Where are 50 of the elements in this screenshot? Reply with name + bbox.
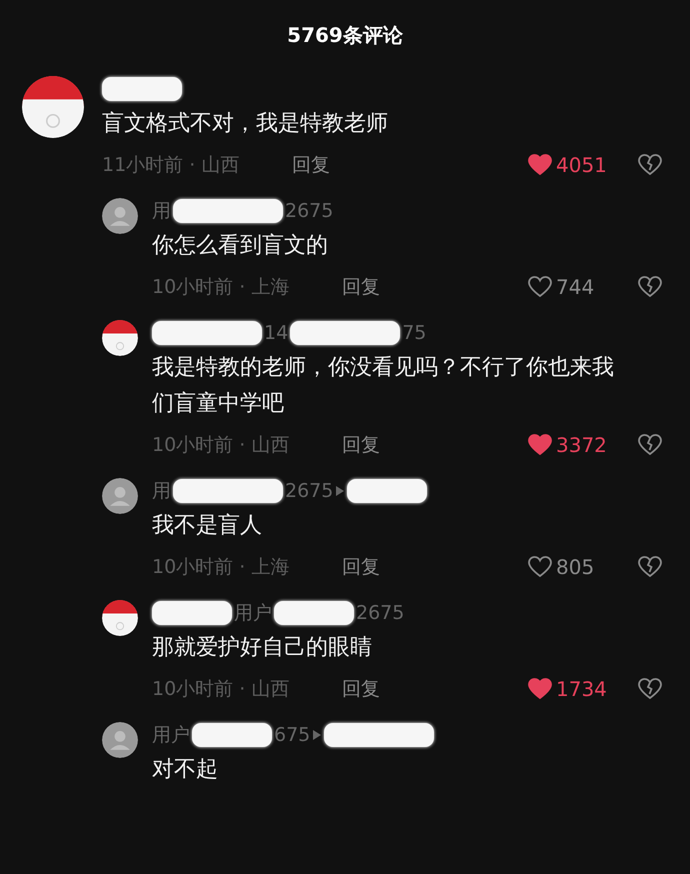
username[interactable]: 用 <box>152 198 171 224</box>
broken-heart-icon[interactable] <box>638 154 662 176</box>
comment-text: 盲文格式不对，我是特教老师 <box>102 110 389 138</box>
comment-text: 我不是盲人 <box>152 512 263 540</box>
comment-text: 对不起 <box>152 756 219 784</box>
like-count: 4051 <box>556 153 607 177</box>
avatar[interactable] <box>102 198 138 234</box>
reply-link[interactable]: 回复 <box>292 152 330 178</box>
heart-icon[interactable] <box>528 154 552 176</box>
comment-text: 你怎么看到盲文的 <box>152 232 329 260</box>
like-count: 1734 <box>556 677 607 701</box>
like-count: 805 <box>556 555 594 579</box>
username[interactable]: 用户 <box>234 600 272 626</box>
username[interactable]: 2675 <box>285 200 334 222</box>
reply-arrow-icon <box>335 485 346 497</box>
broken-heart-icon[interactable] <box>638 678 662 700</box>
timestamp: 10小时前 · 上海 <box>152 555 290 580</box>
comment-text: 那就爱护好自己的眼睛 <box>152 634 373 662</box>
heart-icon[interactable] <box>528 678 552 700</box>
avatar[interactable] <box>102 722 138 758</box>
avatar[interactable] <box>102 320 138 356</box>
like-count: 3372 <box>556 433 607 457</box>
username[interactable]: 14 <box>264 322 288 344</box>
reply-link[interactable]: 回复 <box>342 554 380 580</box>
username[interactable]: 用户 <box>152 722 190 748</box>
reply-link[interactable]: 回复 <box>342 676 380 702</box>
like-count: 744 <box>556 275 594 299</box>
broken-heart-icon[interactable] <box>638 276 662 298</box>
heart-icon[interactable] <box>528 276 552 298</box>
username[interactable]: 2675 <box>356 602 404 624</box>
timestamp: 11小时前 · 山西 <box>102 153 240 178</box>
reply-arrow-icon <box>312 729 322 741</box>
reply-link[interactable]: 回复 <box>342 432 380 458</box>
broken-heart-icon[interactable] <box>638 556 662 578</box>
reply-link[interactable]: 回复 <box>342 274 380 300</box>
avatar[interactable] <box>22 76 84 138</box>
timestamp: 10小时前 · 上海 <box>152 275 290 300</box>
broken-heart-icon[interactable] <box>638 434 662 456</box>
timestamp: 10小时前 · 山西 <box>152 433 290 458</box>
avatar[interactable] <box>102 600 138 636</box>
heart-icon[interactable] <box>528 556 552 578</box>
username[interactable]: 用 <box>152 478 171 504</box>
username[interactable]: 675 <box>274 724 310 746</box>
avatar[interactable] <box>102 478 138 514</box>
comment-count-title: 5769条评论 <box>286 22 404 49</box>
username[interactable]: 75 <box>402 322 426 344</box>
comment-text: 我是特教的老师，你没看见吗？不行了你也来我们盲童中学吧 <box>152 354 615 418</box>
timestamp: 10小时前 · 山西 <box>152 677 290 702</box>
username[interactable]: 2675 <box>285 480 334 502</box>
heart-icon[interactable] <box>528 434 552 456</box>
